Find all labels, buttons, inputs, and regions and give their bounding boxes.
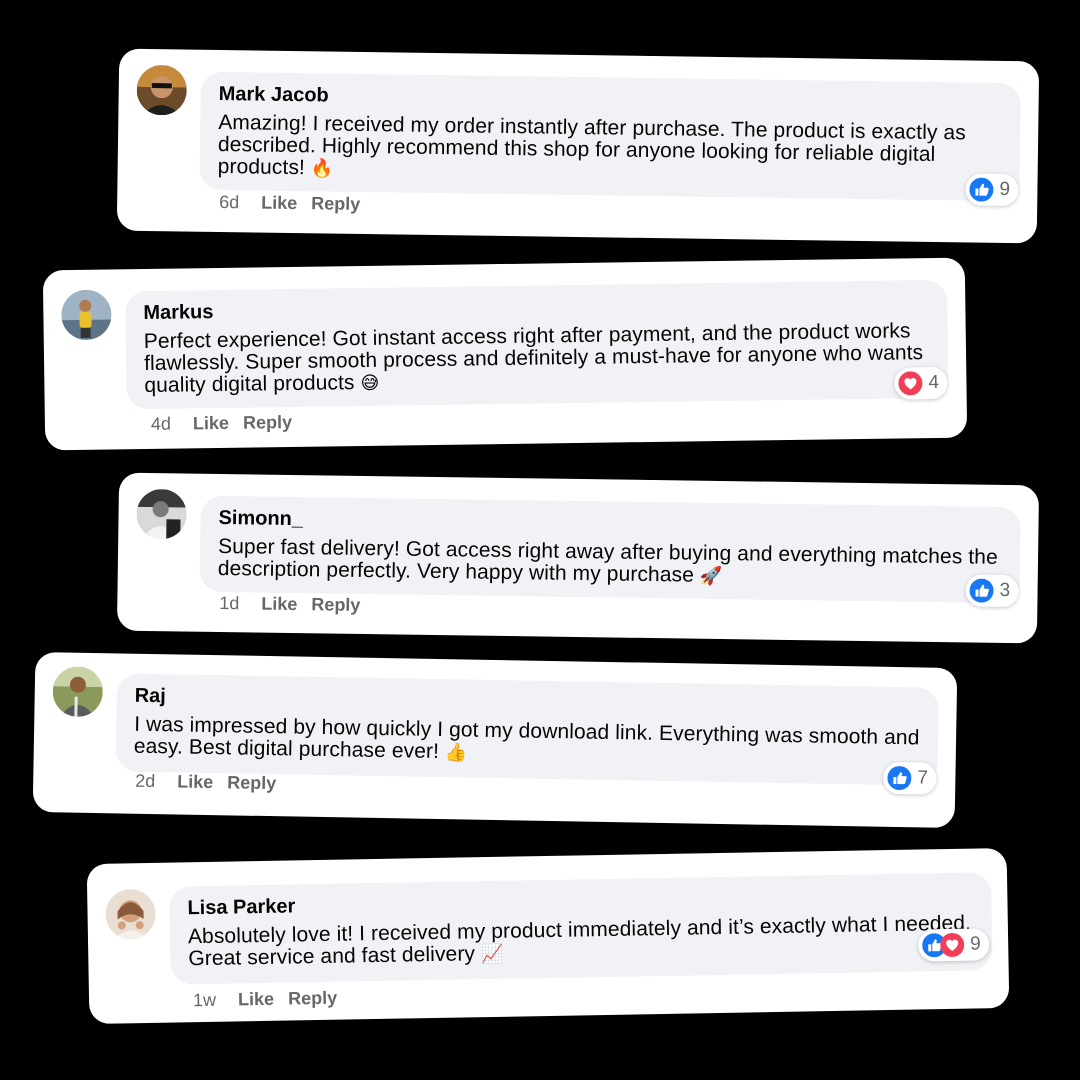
like-button[interactable]: Like bbox=[238, 989, 274, 1011]
reply-button[interactable]: Reply bbox=[243, 412, 292, 434]
comment-timestamp[interactable]: 1w bbox=[193, 990, 216, 1011]
comment-text-body: Perfect experience! Got instant access r… bbox=[143, 319, 924, 398]
comment-text: Perfect experience! Got instant access r… bbox=[143, 319, 931, 398]
reaction-count: 3 bbox=[999, 579, 1011, 602]
comment-actions: 1w Like Reply bbox=[193, 988, 337, 1012]
comment-card: Lisa Parker Absolutely love it! I receiv… bbox=[86, 847, 1010, 1025]
comment-text: I was impressed by how quickly I got my … bbox=[133, 712, 921, 773]
comment-bubble: Mark Jacob Amazing! I received my order … bbox=[199, 71, 1021, 202]
reply-button[interactable]: Reply bbox=[311, 193, 360, 215]
comment-actions: 2d Like Reply bbox=[135, 771, 276, 794]
avatar[interactable] bbox=[105, 888, 156, 940]
comment-actions: 1d Like Reply bbox=[219, 593, 360, 616]
comment-text: Amazing! I received my order instantly a… bbox=[218, 111, 1003, 190]
avatar-image bbox=[52, 666, 104, 718]
chart-increasing-emoji-icon: 📈 bbox=[480, 943, 504, 966]
comment-text-body: Super fast delivery! Got access right aw… bbox=[217, 534, 998, 587]
comment-card: Markus Perfect experience! Got instant a… bbox=[42, 257, 968, 451]
comment-actions: 6d Like Reply bbox=[219, 192, 360, 215]
avatar[interactable] bbox=[136, 488, 187, 540]
reaction-count: 4 bbox=[928, 371, 940, 394]
avatar[interactable] bbox=[61, 289, 112, 341]
like-button[interactable]: Like bbox=[261, 594, 297, 616]
comment-timestamp[interactable]: 4d bbox=[151, 414, 171, 435]
reaction-summary[interactable]: 9 bbox=[917, 928, 990, 962]
reaction-summary[interactable]: 4 bbox=[894, 366, 948, 400]
thumbs-up-emoji-icon: 👍 bbox=[444, 742, 468, 764]
comment-timestamp[interactable]: 1d bbox=[219, 593, 239, 614]
like-icon bbox=[969, 578, 994, 603]
comment-text: Super fast delivery! Got access right aw… bbox=[217, 534, 1003, 592]
comment-card: Raj I was impressed by how quickly I got… bbox=[32, 651, 958, 829]
avatar[interactable] bbox=[52, 666, 104, 718]
reaction-count: 9 bbox=[970, 933, 981, 955]
comment-text: Absolutely love it! I received my produc… bbox=[187, 911, 975, 972]
reply-button[interactable]: Reply bbox=[311, 594, 360, 616]
love-icon bbox=[940, 932, 965, 957]
love-icon bbox=[898, 371, 923, 396]
comment-card: Simonn_ Super fast delivery! Got access … bbox=[116, 472, 1040, 644]
comment-bubble: Markus Perfect experience! Got instant a… bbox=[125, 279, 949, 410]
comment-timestamp[interactable]: 6d bbox=[219, 192, 239, 213]
like-icon bbox=[969, 177, 994, 202]
comment-text-body: I was impressed by how quickly I got my … bbox=[133, 712, 920, 764]
reply-button[interactable]: Reply bbox=[227, 772, 276, 794]
comment-actions: 4d Like Reply bbox=[151, 412, 292, 435]
comment-bubble: Raj I was impressed by how quickly I got… bbox=[115, 673, 939, 786]
comment-text-body: Absolutely love it! I received my produc… bbox=[187, 911, 972, 971]
like-button[interactable]: Like bbox=[177, 771, 213, 793]
reaction-summary[interactable]: 9 bbox=[965, 173, 1019, 207]
comment-card: Mark Jacob Amazing! I received my order … bbox=[116, 48, 1040, 244]
avatar-image bbox=[136, 64, 188, 116]
reaction-summary[interactable]: 3 bbox=[965, 574, 1019, 608]
avatar-image bbox=[136, 488, 187, 540]
like-button[interactable]: Like bbox=[261, 193, 297, 215]
avatar[interactable] bbox=[136, 64, 188, 116]
comment-bubble: Simonn_ Super fast delivery! Got access … bbox=[199, 495, 1021, 604]
reply-button[interactable]: Reply bbox=[288, 988, 337, 1010]
sweat-smile-emoji-icon: 😅 bbox=[360, 372, 380, 395]
avatar-image bbox=[105, 888, 156, 940]
reaction-count: 7 bbox=[917, 767, 929, 789]
comment-timestamp[interactable]: 2d bbox=[135, 771, 155, 792]
avatar-image bbox=[61, 289, 112, 341]
like-button[interactable]: Like bbox=[193, 413, 229, 435]
like-icon bbox=[887, 766, 912, 791]
reaction-count: 9 bbox=[999, 178, 1011, 201]
reaction-summary[interactable]: 7 bbox=[883, 761, 937, 795]
rocket-emoji-icon: 🚀 bbox=[699, 565, 723, 588]
fire-emoji-icon: 🔥 bbox=[310, 158, 334, 180]
comment-bubble: Lisa Parker Absolutely love it! I receiv… bbox=[169, 872, 993, 985]
